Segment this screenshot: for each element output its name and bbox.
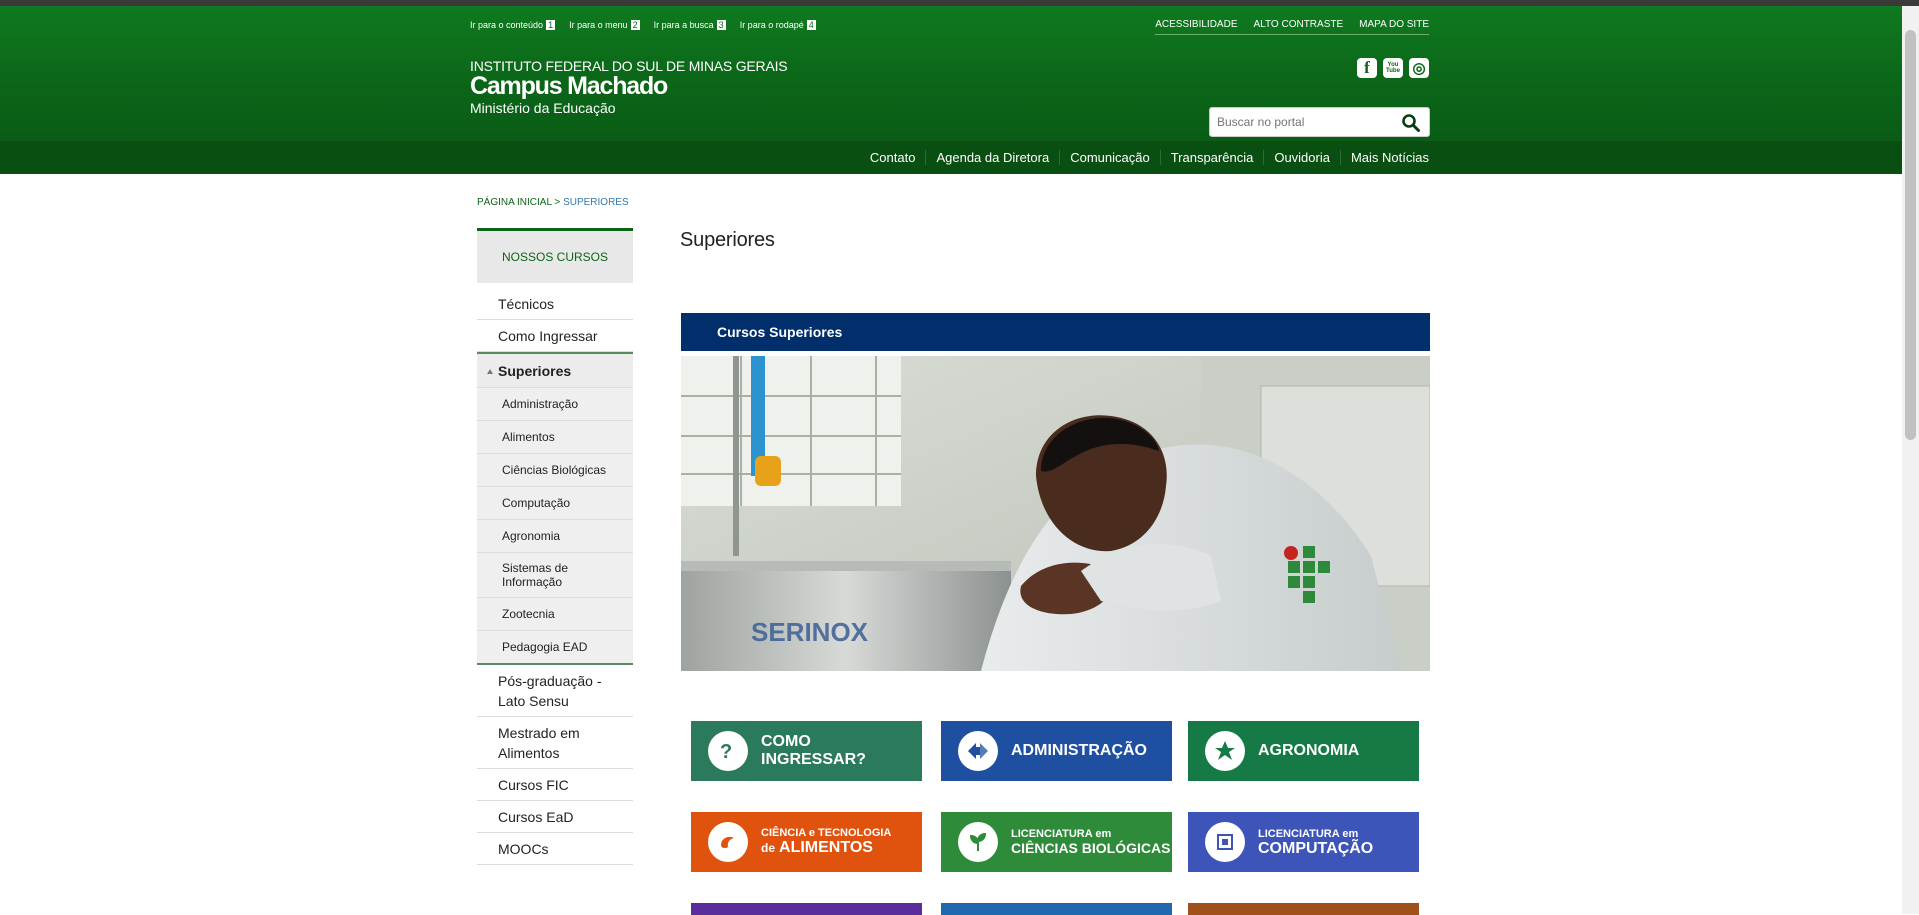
sidebar-nav: NOSSOS CURSOS Técnicos Como Ingressar Su… — [477, 228, 633, 865]
sidebar-item-superiores[interactable]: Superiores — [477, 352, 633, 388]
tile-ciencias-biologicas[interactable]: LICENCIATURA em CIÊNCIAS BIOLÓGICAS — [941, 812, 1172, 872]
tile-agronomia[interactable]: AGRONOMIA — [1188, 721, 1419, 781]
tile-partial-2[interactable] — [941, 903, 1172, 915]
sidebar-item-mestrado[interactable]: Mestrado em Alimentos — [477, 717, 633, 769]
plant-icon — [958, 822, 998, 862]
site-header: Ir para o conteúdo 1 Ir para o menu 2 Ir p… — [0, 6, 1902, 141]
skip-links: Ir para o conteúdo 1 Ir para o menu 2 Ir p… — [470, 20, 816, 30]
sidebar-subitem-ciencias-biologicas[interactable]: Ciências Biológicas — [477, 454, 633, 487]
sidebar-subitem-administracao[interactable]: Administração — [477, 388, 633, 421]
leaf-icon — [1205, 731, 1245, 771]
chip-icon — [1205, 822, 1245, 862]
main-menu: Contato Agenda da Diretora Comunicação T… — [0, 141, 1902, 174]
social-links: f You Tube ◎ — [1357, 58, 1429, 78]
sidebar-item-pos-graduacao[interactable]: Pós-graduação - Lato Sensu — [477, 665, 633, 717]
accessibility-link[interactable]: ACESSIBILIDADE — [1155, 19, 1237, 30]
top-links: ACESSIBILIDADE ALTO CONTRASTE MAPA DO SI… — [1155, 19, 1429, 35]
sidebar-subitem-agronomia[interactable]: Agronomia — [477, 520, 633, 553]
search-icon[interactable] — [1401, 113, 1421, 133]
sidebar-item-moocs[interactable]: MOOCs — [477, 833, 633, 865]
sidebar-subitem-sistemas-informacao[interactable]: Sistemas de Informação — [477, 553, 633, 598]
skip-link-search[interactable]: Ir para a busca 3 — [654, 20, 726, 30]
search-box — [1209, 107, 1430, 137]
svg-text:?: ? — [720, 741, 732, 763]
sidebar-subitem-alimentos[interactable]: Alimentos — [477, 421, 633, 454]
menu-item-agenda[interactable]: Agenda da Diretora — [925, 150, 1059, 165]
tank-brand-text: SERINOX — [751, 617, 869, 647]
tile-computacao[interactable]: LICENCIATURA em COMPUTAÇÃO — [1188, 812, 1419, 872]
menu-item-comunicacao[interactable]: Comunicação — [1059, 150, 1160, 165]
breadcrumb-home[interactable]: PÁGINA INICIAL — [477, 197, 552, 208]
instagram-icon[interactable]: ◎ — [1409, 58, 1429, 78]
scrollbar-thumb[interactable] — [1905, 30, 1916, 440]
high-contrast-link[interactable]: ALTO CONTRASTE — [1254, 19, 1344, 30]
page-title: Superiores — [680, 229, 775, 251]
sidebar-subitem-pedagogia-ead[interactable]: Pedagogia EAD — [477, 631, 633, 665]
skip-link-footer[interactable]: Ir para o rodapé 4 — [740, 20, 816, 30]
arrows-icon — [958, 731, 998, 771]
menu-item-contato[interactable]: Contato — [860, 150, 926, 165]
sidebar-item-tecnicos[interactable]: Técnicos — [477, 288, 633, 320]
section-header-bar: Cursos Superiores — [681, 313, 1430, 351]
facebook-icon[interactable]: f — [1357, 58, 1377, 78]
tile-partial-1[interactable] — [691, 903, 922, 915]
sidebar-subitem-computacao[interactable]: Computação — [477, 487, 633, 520]
tile-administracao[interactable]: ADMINISTRAÇÃO — [941, 721, 1172, 781]
menu-item-ouvidoria[interactable]: Ouvidoria — [1263, 150, 1340, 165]
food-icon — [708, 822, 748, 862]
youtube-icon[interactable]: You Tube — [1383, 58, 1403, 78]
breadcrumb-current[interactable]: SUPERIORES — [563, 197, 629, 208]
campus-name: Campus Machado — [470, 72, 668, 100]
sidebar-item-cursos-ead[interactable]: Cursos EaD — [477, 801, 633, 833]
search-input[interactable] — [1210, 108, 1390, 136]
skip-link-content[interactable]: Ir para o conteúdo 1 — [470, 20, 556, 30]
tile-partial-3[interactable] — [1188, 903, 1419, 915]
menu-item-transparencia[interactable]: Transparência — [1159, 150, 1264, 165]
sidebar-item-como-ingressar[interactable]: Como Ingressar — [477, 320, 633, 352]
tile-como-ingressar[interactable]: ? COMO INGRESSAR? — [691, 721, 922, 781]
menu-item-mais-noticias[interactable]: Mais Notícias — [1339, 150, 1429, 165]
breadcrumb: PÁGINA INICIAL > SUPERIORES — [477, 197, 629, 208]
page-scrollbar[interactable] — [1902, 6, 1919, 914]
site-logo-block[interactable]: INSTITUTO FEDERAL DO SUL DE MINAS GERAIS… — [470, 58, 788, 116]
sidebar-subitem-zootecnia[interactable]: Zootecnia — [477, 598, 633, 631]
student-lab-photo: SERINOX — [681, 356, 1430, 671]
breadcrumb-separator: > — [551, 197, 564, 208]
sidebar-item-cursos-fic[interactable]: Cursos FIC — [477, 769, 633, 801]
photo-illustration: SERINOX — [681, 356, 1430, 671]
question-icon: ? — [708, 731, 748, 771]
ministry-name: Ministério da Educação — [470, 100, 616, 116]
tile-ciencia-tecnologia-alimentos[interactable]: CIÊNCIA e TECNOLOGIA de ALIMENTOS — [691, 812, 922, 872]
skip-link-menu[interactable]: Ir para o menu 2 — [569, 20, 640, 30]
site-map-link[interactable]: MAPA DO SITE — [1359, 19, 1429, 30]
sidebar-heading: NOSSOS CURSOS — [477, 228, 633, 283]
